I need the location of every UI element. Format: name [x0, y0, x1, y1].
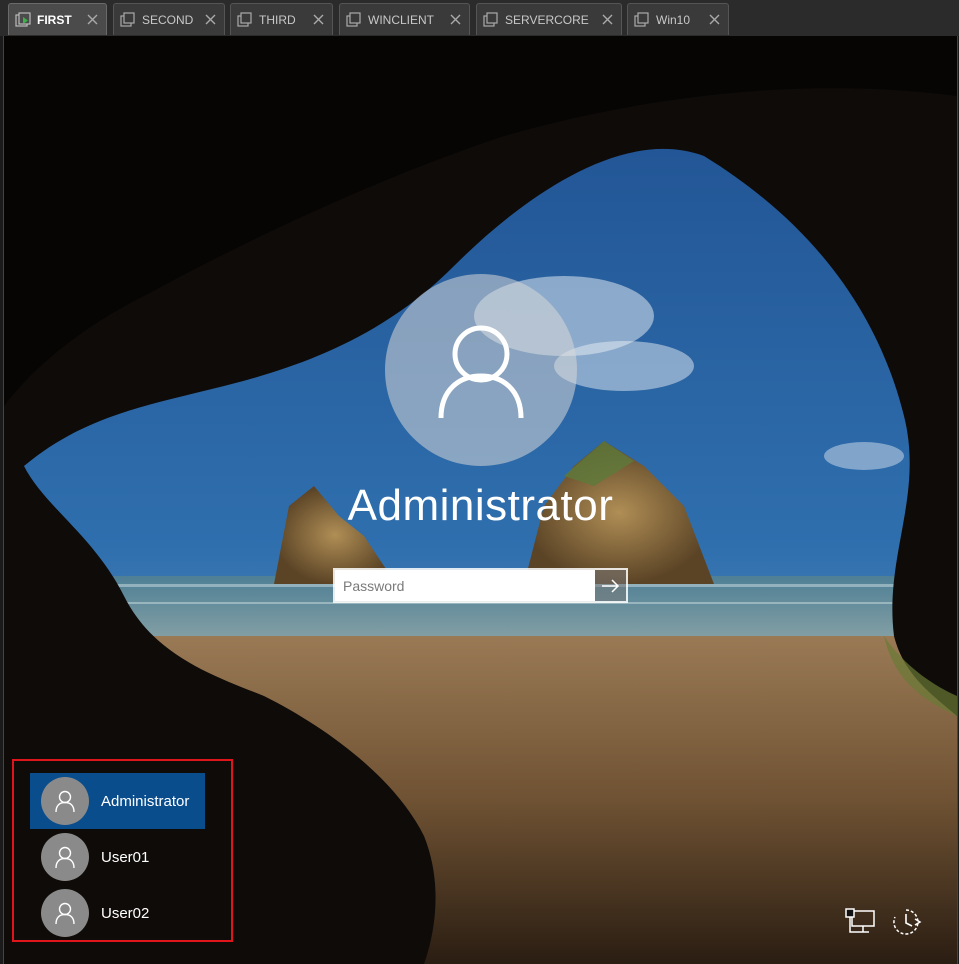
session-tab-bar: FIRST SECOND THIRD WINCLIENT SERVERCORE …	[0, 0, 959, 37]
window-icon	[120, 11, 136, 28]
user-avatar-large	[385, 274, 577, 466]
window-play-icon	[15, 11, 31, 28]
user-switcher-list: Administrator User01 User02	[12, 759, 233, 942]
login-screen: Administrator Administrator User01 User0…	[3, 36, 958, 964]
user-icon	[55, 902, 75, 924]
submit-button[interactable]	[595, 570, 626, 601]
user-icon	[55, 790, 75, 812]
window-icon	[483, 11, 499, 28]
tab-label: SECOND	[142, 12, 194, 27]
network-icon	[845, 908, 875, 933]
close-icon[interactable]	[308, 10, 328, 30]
user-name: User02	[101, 904, 150, 922]
arrow-right-icon	[601, 578, 619, 593]
tab-second[interactable]: SECOND	[113, 3, 225, 35]
window-icon	[346, 11, 362, 28]
user-item-user02[interactable]: User02	[30, 885, 205, 941]
close-icon[interactable]	[704, 10, 724, 30]
close-icon[interactable]	[445, 10, 465, 30]
window-icon	[237, 11, 253, 28]
user-item-administrator[interactable]: Administrator	[30, 773, 205, 829]
user-name: User01	[101, 848, 150, 866]
password-box	[333, 568, 628, 603]
tab-winclient[interactable]: WINCLIENT	[339, 3, 470, 35]
tab-label: THIRD	[259, 12, 296, 27]
tab-win10[interactable]: Win10	[627, 3, 729, 35]
ease-of-access-icon	[893, 909, 922, 935]
tab-label: SERVERCORE	[505, 12, 589, 27]
close-icon[interactable]	[200, 10, 220, 30]
tab-third[interactable]: THIRD	[230, 3, 333, 35]
avatar	[41, 777, 89, 825]
network-button[interactable]	[842, 904, 878, 940]
tab-servercore[interactable]: SERVERCORE	[476, 3, 622, 35]
tab-label: Win10	[656, 12, 691, 27]
tab-label: FIRST	[37, 12, 72, 27]
user-name: Administrator	[101, 792, 190, 810]
tab-label: WINCLIENT	[368, 12, 434, 27]
tab-first[interactable]: FIRST	[8, 3, 107, 35]
window-icon	[634, 11, 650, 28]
avatar	[41, 889, 89, 937]
user-icon	[438, 325, 524, 418]
ease-of-access-button[interactable]	[888, 904, 924, 940]
close-icon[interactable]	[82, 10, 102, 30]
avatar	[41, 833, 89, 881]
password-input[interactable]	[335, 570, 595, 601]
close-icon[interactable]	[597, 10, 617, 30]
user-item-user01[interactable]: User01	[30, 829, 205, 885]
user-icon	[55, 846, 75, 868]
signin-username: Administrator	[347, 481, 614, 530]
